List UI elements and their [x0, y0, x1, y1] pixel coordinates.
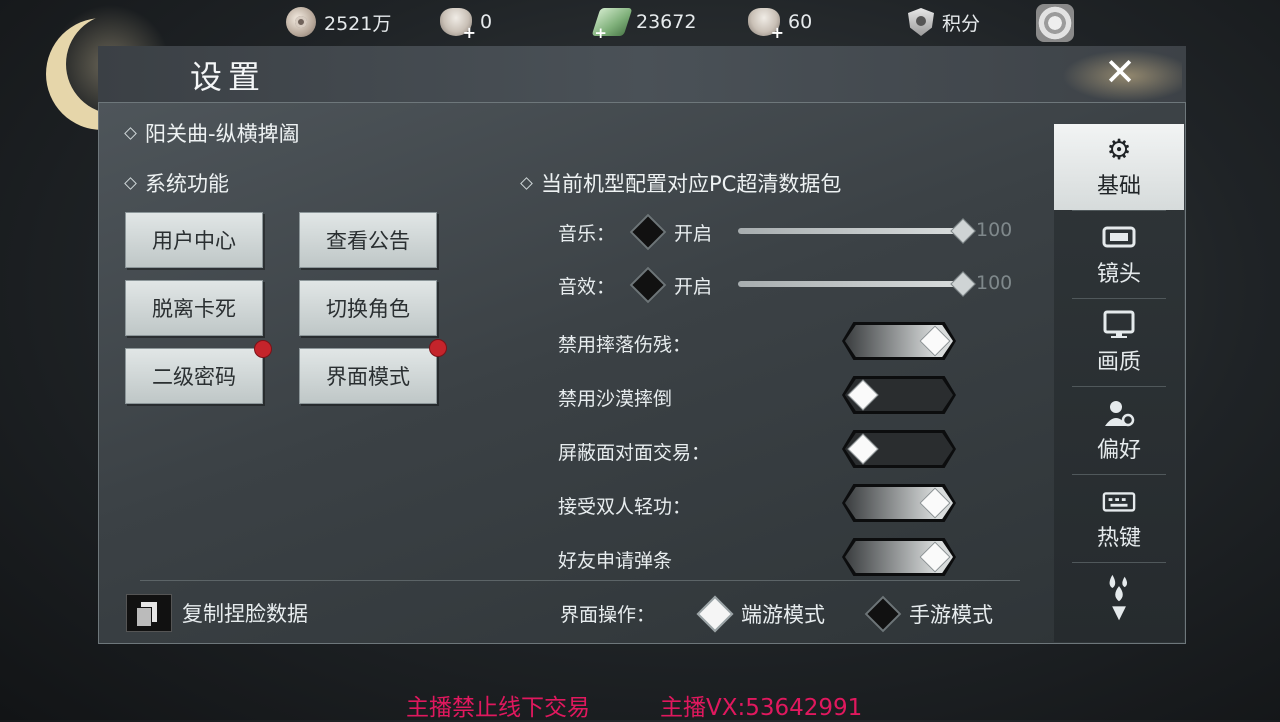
jade-amount: 23672 [636, 11, 697, 33]
tab-label: 镜头 [1096, 262, 1141, 287]
bowl-amount-a: 0 [480, 11, 493, 33]
tab-label: 热键 [1096, 526, 1141, 551]
mobile-mode-label[interactable]: 手游模式 [909, 599, 993, 629]
desert-fall-toggle[interactable] [842, 376, 956, 414]
diamond-bullet-icon [124, 126, 137, 140]
data-pack-heading: 当前机型配置对应PC超清数据包 [520, 168, 842, 198]
server-name-heading: 阳关曲-纵横捭阖 [124, 118, 300, 148]
user-center-button[interactable]: 用户中心 [125, 212, 263, 268]
tab-label: 偏好 [1096, 438, 1141, 463]
monitor-icon [1102, 310, 1136, 340]
notification-dot [254, 340, 272, 358]
tab-label: 基础 [1096, 174, 1141, 199]
secondary-password-button[interactable]: 二级密码 [125, 348, 263, 404]
copy-face-data-button[interactable]: 复制捏脸数据 [182, 598, 308, 628]
music-slider[interactable] [738, 228, 962, 234]
tab-more[interactable]: ▼ [1054, 564, 1184, 640]
friend-popup-toggle[interactable] [842, 538, 956, 576]
data-pack-title: 当前机型配置对应PC超清数据包 [541, 172, 842, 196]
sfx-value: 100 [976, 272, 1013, 294]
bowl-resource-a[interactable]: 0 [440, 6, 493, 42]
shield-icon [908, 8, 934, 36]
pc-mode-label[interactable]: 端游模式 [741, 599, 825, 629]
tab-divider [1072, 474, 1166, 475]
scroll-down-chevron-icon[interactable]: ▼ [1054, 602, 1184, 623]
jade-resource[interactable]: 23672 [591, 6, 697, 38]
user-gear-icon [1102, 398, 1136, 428]
system-section-heading: 系统功能 [124, 168, 229, 198]
toggle-label-dual-qinggong: 接受双人轻功： [558, 496, 692, 518]
sfx-state: 开启 [674, 276, 713, 298]
silver-resource: 2521万 [286, 6, 391, 38]
switch-character-button[interactable]: 切换角色 [299, 280, 437, 336]
tab-graphics[interactable]: 画质 [1054, 300, 1184, 386]
points-resource[interactable]: 积分 [908, 6, 980, 38]
dual-qinggong-toggle[interactable] [842, 484, 956, 522]
system-section-title: 系统功能 [145, 172, 229, 196]
notification-dot [429, 339, 447, 357]
toggle-label-block-trade: 屏蔽面对面交易： [558, 442, 711, 464]
view-notice-button[interactable]: 查看公告 [299, 212, 437, 268]
points-label: 积分 [942, 12, 981, 35]
camera-icon [1102, 222, 1136, 252]
toggle-label-desert-fall: 禁用沙漠摔倒 [558, 388, 673, 410]
fall-injury-toggle[interactable] [842, 322, 956, 360]
diamond-bullet-icon [124, 176, 137, 190]
settings-tabs: ⚙ 基础 镜头 画质 偏好 热键 ▼ [1054, 124, 1184, 642]
server-name: 阳关曲-纵横捭阖 [145, 122, 300, 146]
bowl-amount-b: 60 [788, 11, 813, 33]
ui-operation-label: 界面操作： [560, 604, 656, 626]
diamond-bullet-icon [520, 176, 533, 190]
bowl-resource-b[interactable]: 60 [748, 6, 813, 42]
unstuck-button[interactable]: 脱离卡死 [125, 280, 263, 336]
bowl-plus-icon-2[interactable] [748, 8, 784, 42]
toggle-label-fall-injury: 禁用摔落伤残： [558, 334, 692, 356]
sfx-label: 音效： [558, 276, 616, 298]
streamer-notice: 主播禁止线下交易 [406, 695, 590, 721]
tab-divider [1072, 386, 1166, 387]
tab-preference[interactable]: 偏好 [1054, 388, 1184, 474]
tab-divider [1072, 562, 1166, 563]
page-title: 设置 [190, 58, 267, 96]
music-label: 音乐： [558, 223, 616, 245]
ui-mode-button[interactable]: 界面模式 [299, 348, 437, 404]
divider [140, 580, 1020, 581]
copy-icon[interactable] [126, 594, 172, 632]
tab-label: 画质 [1096, 350, 1141, 375]
top-gear-icon[interactable] [1036, 4, 1074, 42]
bowl-plus-icon[interactable] [440, 8, 476, 42]
droplet-icon [1102, 574, 1136, 604]
tab-hotkeys[interactable]: 热键 [1054, 476, 1184, 562]
tab-camera[interactable]: 镜头 [1054, 212, 1184, 298]
resource-bar: 2521万 0 23672 60 积分 [0, 0, 1280, 46]
toggle-label-friend-popup: 好友申请弹条 [558, 550, 673, 572]
music-state: 开启 [674, 223, 713, 245]
tab-basic[interactable]: ⚙ 基础 [1054, 124, 1184, 210]
music-value: 100 [976, 219, 1013, 241]
tab-divider [1072, 210, 1166, 211]
tab-divider [1072, 298, 1166, 299]
close-button[interactable]: ✕ [1098, 52, 1142, 92]
streamer-contact: 主播VX:53642991 [660, 695, 863, 721]
silver-coin-icon [286, 7, 316, 37]
sfx-slider[interactable] [738, 281, 962, 287]
silver-amount: 2521万 [324, 12, 392, 35]
jade-plus-icon[interactable] [591, 8, 633, 36]
block-trade-toggle[interactable] [842, 430, 956, 468]
keyboard-icon [1102, 486, 1136, 516]
gear-icon: ⚙ [1106, 132, 1132, 166]
